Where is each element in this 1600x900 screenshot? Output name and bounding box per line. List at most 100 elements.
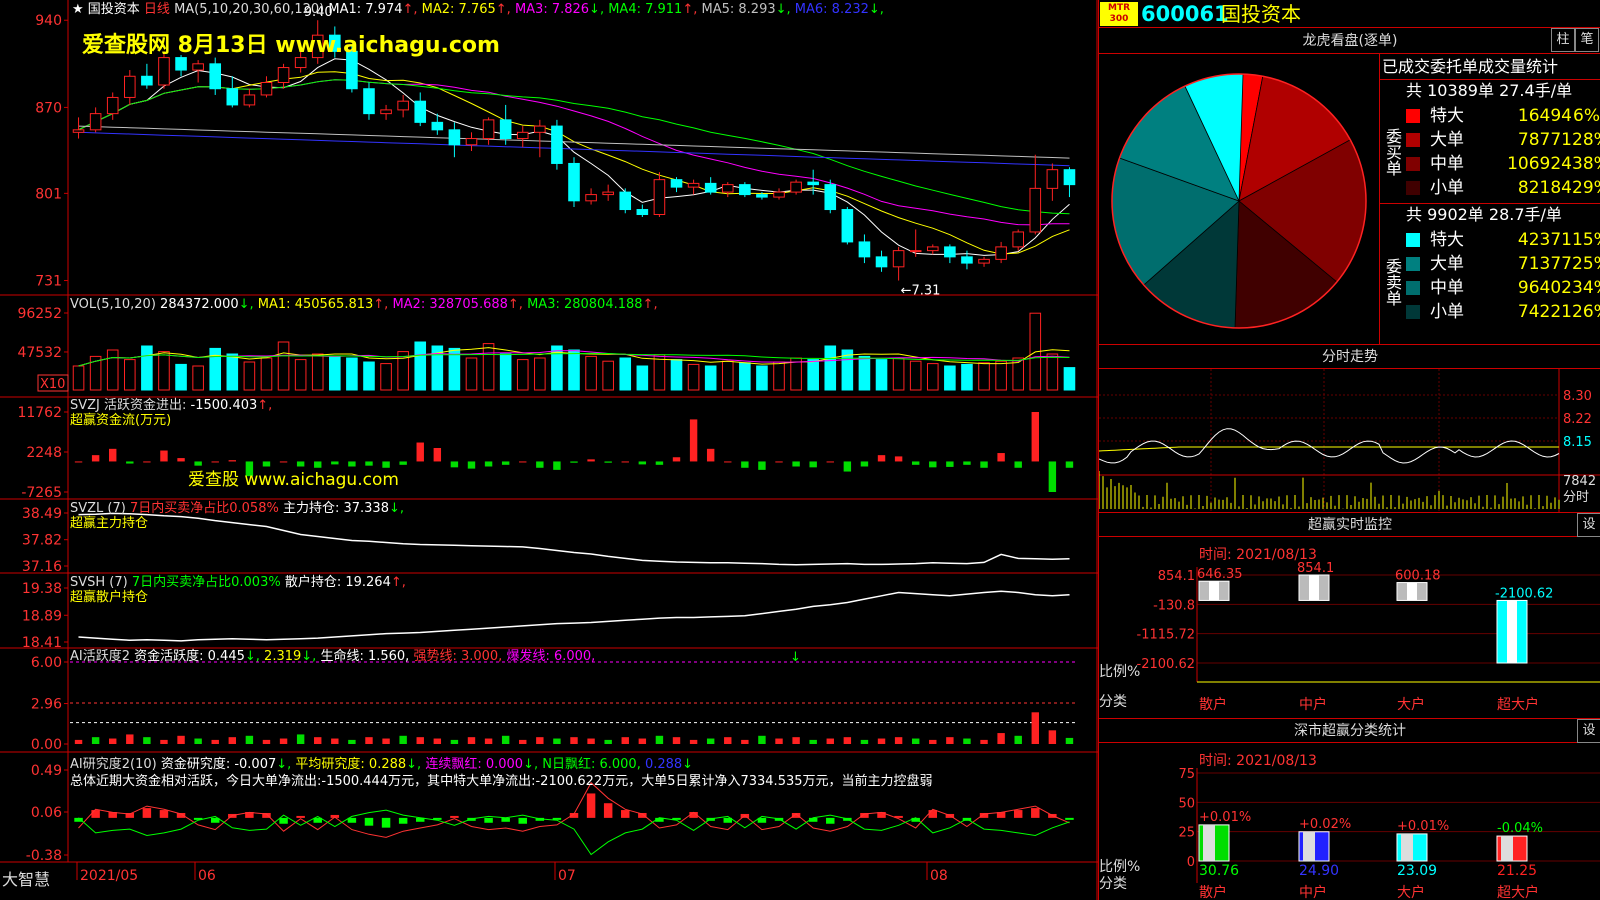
stats-bar-highlight [1303,831,1315,861]
right-panel: MTR 300 600061 国投资本 龙虎看盘(逐单) 柱 笔 已成交委托单成… [1098,0,1600,900]
monitor-bar-highlight [1309,575,1319,601]
svzj-bar [109,448,117,462]
column-mode-button[interactable]: 柱 [1551,28,1575,52]
volume-bar [243,361,256,391]
buy-type-label: 小单 [1430,178,1464,198]
stats-change-label: +0.02% [1299,817,1351,832]
volume-bar [294,359,307,391]
sell-row: 特大 42371 15% [1406,228,1600,252]
chart-area[interactable]: 9408708017319.40←7.31★ 国投资本 日线 MA(5,10,2… [0,0,1100,900]
ai1-bar [758,735,766,744]
intraday-unit: 分时 [1563,490,1589,505]
sell-color-swatch [1406,233,1420,247]
candle [926,246,939,252]
candle [482,119,495,140]
svzj-bar [929,461,937,468]
volume-bar [534,357,546,391]
candle [687,182,700,188]
svzj-tick-label: 2248 [26,445,62,461]
buy-volume: 16494 [1517,106,1572,126]
price-tick-label: 731 [35,274,62,290]
svzl-line [78,512,1070,566]
volume-bar [141,345,153,391]
monitor-bar-label: -2100.62 [1495,586,1553,601]
buy-color-swatch [1406,181,1420,195]
svzj-bar [621,461,629,463]
app-name: 大智慧 [2,870,50,889]
ai1-tick-label: 2.96 [31,697,62,713]
ai2-bar [1031,808,1040,818]
monitor-y-label: -2100.62 [1137,657,1195,672]
svzl-legend: SVZL (7) 7日内买卖净占比0.058% 主力持仓: 37.338↓, [70,500,404,516]
vol-unit: X10 [40,377,65,392]
svzj-bar [724,461,732,463]
candle [961,256,973,264]
volume-bar [72,365,85,391]
svzj-bar [826,461,834,463]
ai2-bar [518,817,527,824]
ai2-bar [91,810,100,818]
svzj-bar [314,461,322,468]
buy-type-label: 大单 [1430,130,1464,150]
x-tick-label: 07 [558,868,576,884]
sell-volume: 71377 [1517,254,1572,274]
candle [807,181,819,186]
ai2-bar [1013,810,1023,818]
stats-settings-button[interactable]: 设 [1577,719,1600,743]
ai1-bar [877,738,886,744]
svzj-bar [467,461,476,469]
order-stats-title: 已成交委托单成交量统计 [1380,54,1600,80]
volume-bar [363,361,375,391]
svzl-tick-label: 37.16 [22,559,62,575]
svzj-bar [262,461,271,467]
sell-block: 委卖单 共 9902单 28.7手/单 特大 42371 15% 大单 7137… [1380,204,1600,344]
buy-row: 中单 106924 38% [1406,152,1600,176]
buy-percent: 28% [1572,130,1600,150]
volume-bar [704,365,717,391]
svzj-bar [279,461,288,463]
tick-mode-button[interactable]: 笔 [1575,28,1599,52]
sell-percent: 15% [1572,230,1600,250]
ai1-bar [194,738,202,744]
ai1-bar [570,737,578,744]
svzj-bar [672,457,681,462]
volume-bar [329,355,341,391]
svzj-bar [911,461,920,465]
candle [551,125,563,164]
candle [978,258,990,264]
x-tick-label: 06 [198,868,216,884]
candle [875,256,888,268]
mtr-badge: MTR 300 [1100,2,1138,26]
buy-color-swatch [1406,133,1420,147]
ai1-bar [245,735,254,744]
candle [141,75,153,86]
svzl-sub: 超赢主力持仓 [70,515,148,531]
volume-bar [585,355,597,391]
ai1-bar [348,739,356,744]
monitor-y-label: -1115.72 [1137,628,1195,643]
candle [841,209,854,243]
candle [858,241,871,258]
svzj-bar [963,461,971,465]
candle [790,181,802,193]
monitor-chart: 时间: 2021/08/13854.1-130.8-1115.72-2100.6… [1099,547,1600,713]
monitor-y-label: 854.1 [1158,569,1195,584]
ai1-bar [638,738,647,744]
svsh-sub: 超赢散户持仓 [70,589,148,605]
candle [414,100,427,123]
stats-category: 散户 [1199,884,1227,900]
svzj-bar [638,461,647,465]
stats-category: 大户 [1397,884,1425,900]
sell-row: 小单 74221 26% [1406,300,1600,324]
ai1-bar [450,739,459,744]
ai1-bar [689,739,698,744]
ai1-bar [672,737,681,744]
monitor-ratio-label: 比例% [1099,664,1140,680]
intraday-chart[interactable]: 8.30 8.22 8.15 7842分时 [1099,369,1600,513]
ai2-bar [484,817,493,823]
monitor-bar-label: 600.18 [1395,569,1441,584]
low-label: ←7.31 [901,284,941,299]
vol-tick-label: 47532 [17,345,62,361]
sell-type-label: 小单 [1430,302,1464,322]
monitor-settings-button[interactable]: 设 [1577,513,1600,537]
